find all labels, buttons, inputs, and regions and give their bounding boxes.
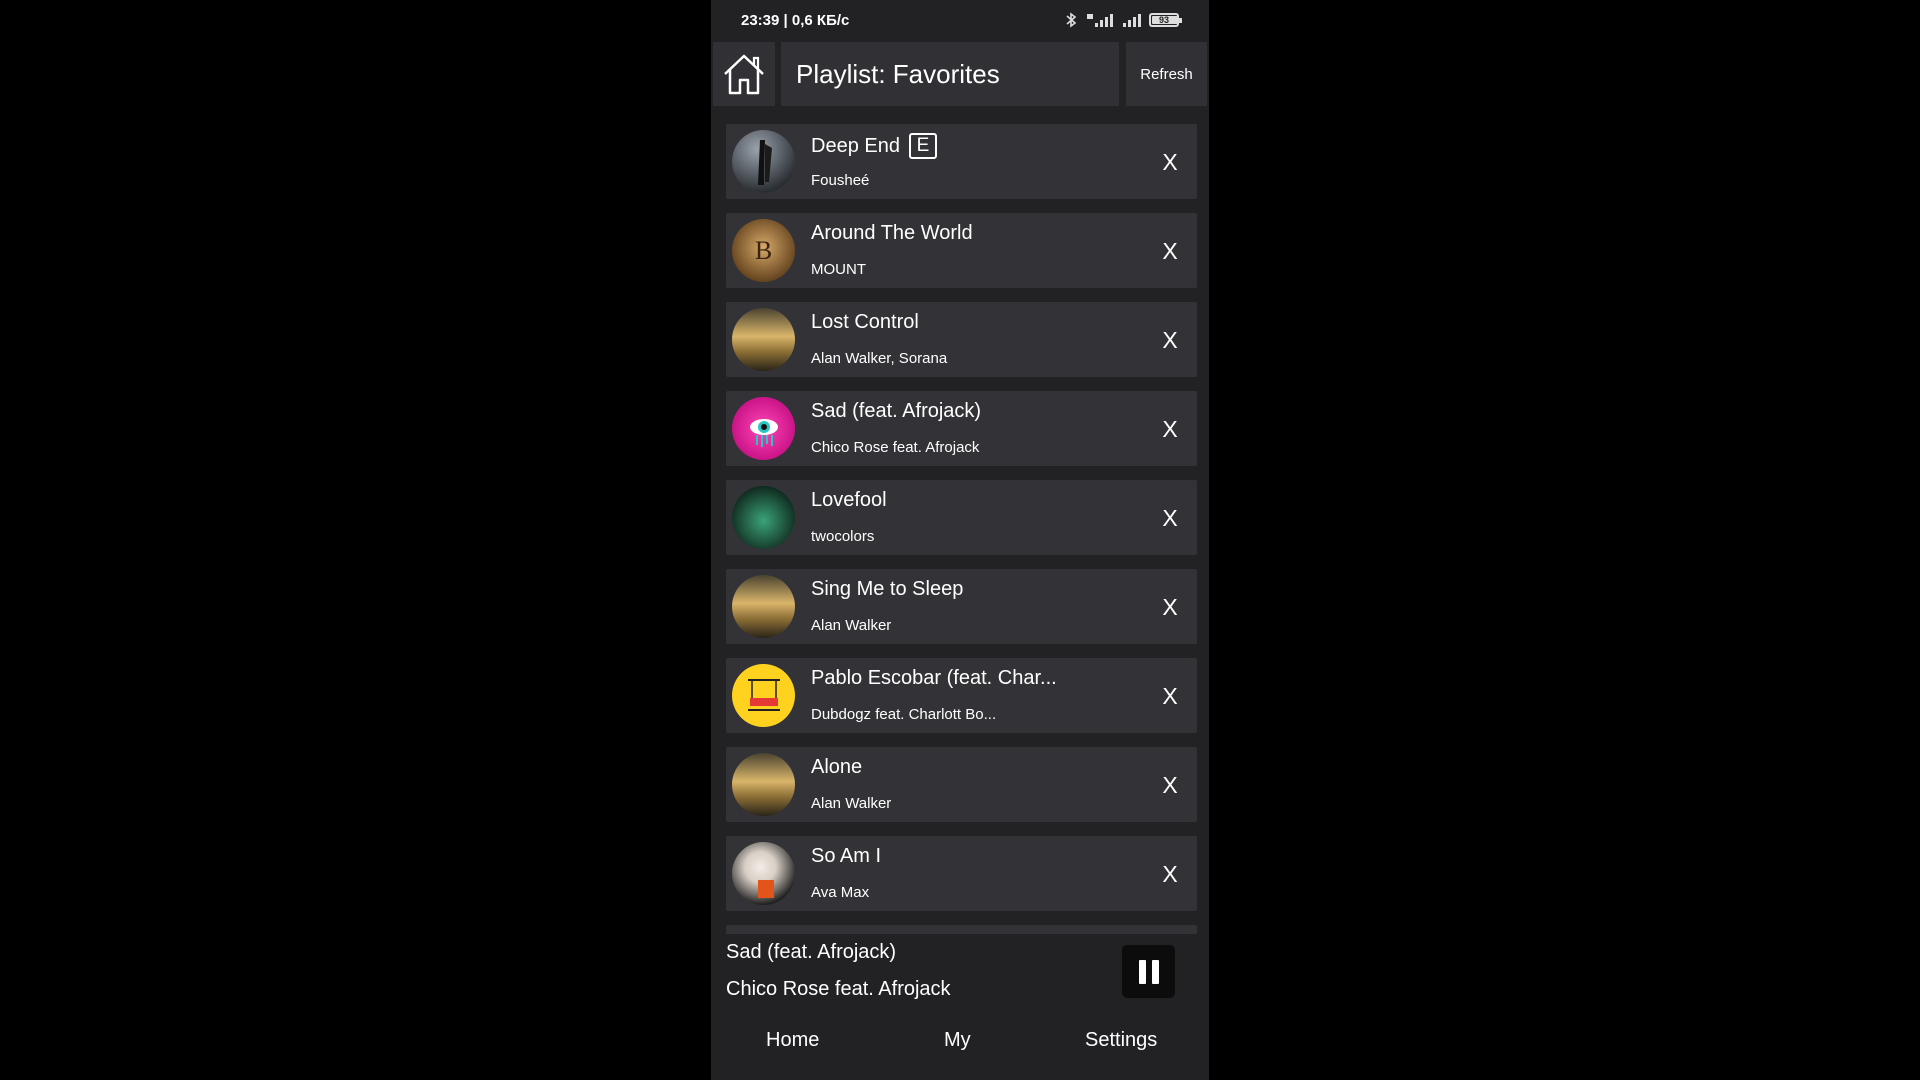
song-title: Lost Control	[811, 311, 919, 333]
pause-icon	[1138, 959, 1159, 984]
remove-song-button[interactable]: X	[1155, 231, 1185, 271]
home-icon	[724, 54, 764, 95]
song-artist: Alan Walker, Sorana	[811, 350, 948, 367]
song-item[interactable]: Pablo Escobar (feat. Char... Dubdogz fea…	[726, 658, 1197, 733]
song-title: Around The World	[811, 222, 973, 244]
album-cover	[732, 753, 795, 816]
header: Playlist: Favorites Refresh	[713, 42, 1207, 106]
album-cover	[732, 664, 795, 727]
song-artist: MOUNT	[811, 261, 866, 278]
remove-song-button[interactable]: X	[1155, 498, 1185, 538]
status-icons: 93	[1065, 12, 1182, 28]
album-cover: B	[732, 219, 795, 282]
pause-button[interactable]	[1122, 945, 1175, 998]
remove-song-button[interactable]: X	[1155, 409, 1185, 449]
remove-song-button[interactable]: X	[1155, 765, 1185, 805]
signal-4g-icon	[1087, 14, 1113, 27]
song-title: Deep End E	[811, 133, 937, 159]
now-playing-title: Sad (feat. Afrojack)	[726, 941, 897, 963]
song-item-partial[interactable]	[726, 925, 1197, 934]
home-button[interactable]	[713, 42, 775, 106]
status-bar: 23:39 | 0,6 КБ/с 93	[711, 0, 1209, 40]
song-artist: Ava Max	[811, 884, 870, 901]
song-title: Pablo Escobar (feat. Char...	[811, 667, 1057, 689]
remove-song-button[interactable]: X	[1155, 587, 1185, 627]
now-playing-bar: Sad (feat. Afrojack) Chico Rose feat. Af…	[711, 934, 1209, 1080]
song-artist: Chico Rose feat. Afrojack	[811, 439, 980, 456]
song-item[interactable]: Lovefool twocolors X	[726, 480, 1197, 555]
battery-icon: 93	[1149, 13, 1182, 27]
song-artist: Alan Walker	[811, 617, 892, 634]
song-item[interactable]: Sing Me to Sleep Alan Walker X	[726, 569, 1197, 644]
song-artist: Fousheé	[811, 172, 870, 189]
bottom-nav: Home My Settings	[711, 1029, 1209, 1069]
song-item[interactable]: B Around The World MOUNT X	[726, 213, 1197, 288]
album-cover	[732, 575, 795, 638]
page-title: Playlist: Favorites	[781, 42, 1119, 106]
battery-level: 93	[1158, 15, 1169, 25]
nav-home[interactable]: Home	[766, 1029, 819, 1052]
song-title: Lovefool	[811, 489, 887, 511]
song-item[interactable]: So Am I Ava Max X	[726, 836, 1197, 911]
remove-song-button[interactable]: X	[1155, 320, 1185, 360]
song-title: Alone	[811, 756, 863, 778]
song-artist: twocolors	[811, 528, 875, 545]
signal-icon	[1123, 14, 1141, 27]
now-playing-artist: Chico Rose feat. Afrojack	[726, 978, 951, 1000]
song-artist: Alan Walker	[811, 795, 892, 812]
song-item[interactable]: Sad (feat. Afrojack) Chico Rose feat. Af…	[726, 391, 1197, 466]
song-title: So Am I	[811, 845, 882, 867]
remove-song-button[interactable]: X	[1155, 142, 1185, 182]
song-item[interactable]: Lost Control Alan Walker, Sorana X	[726, 302, 1197, 377]
bluetooth-icon	[1066, 12, 1077, 28]
phone-screen: 23:39 | 0,6 КБ/с 93 Playlist: Favorites …	[711, 0, 1209, 1080]
song-artist: Dubdogz feat. Charlott Bo...	[811, 706, 997, 723]
remove-song-button[interactable]: X	[1155, 854, 1185, 894]
refresh-button[interactable]: Refresh	[1126, 42, 1207, 106]
remove-song-button[interactable]: X	[1155, 676, 1185, 716]
album-cover	[732, 397, 795, 460]
album-cover	[732, 486, 795, 549]
song-item[interactable]: Deep End E Fousheé X	[726, 124, 1197, 199]
song-title: Sad (feat. Afrojack)	[811, 400, 982, 422]
nav-settings[interactable]: Settings	[1085, 1029, 1157, 1052]
album-cover	[732, 130, 795, 193]
nav-my[interactable]: My	[944, 1029, 971, 1052]
song-list[interactable]: Deep End E Fousheé X B Around The World …	[726, 124, 1197, 934]
explicit-badge: E	[908, 133, 937, 159]
album-cover	[732, 842, 795, 905]
album-cover	[732, 308, 795, 371]
song-item[interactable]: Alone Alan Walker X	[726, 747, 1197, 822]
song-title: Sing Me to Sleep	[811, 578, 964, 600]
status-time: 23:39 | 0,6 КБ/с	[741, 11, 850, 29]
